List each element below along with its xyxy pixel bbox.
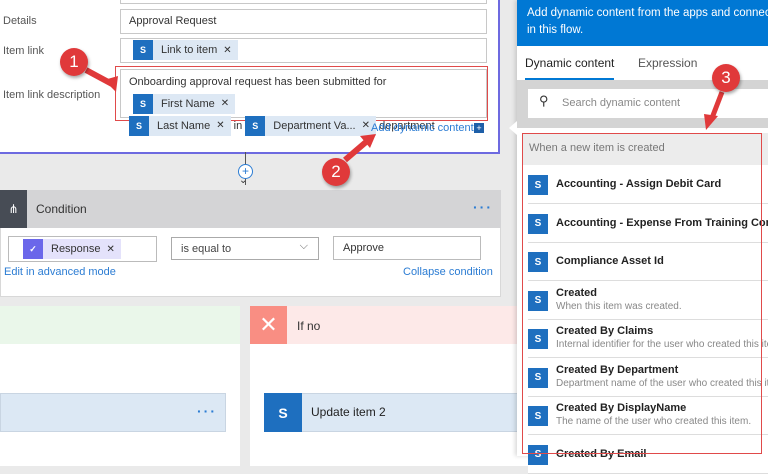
annotation-arrows (84, 67, 725, 163)
annotation-badge-3: 3 (712, 64, 740, 92)
arrow-3-head (704, 114, 718, 130)
arrow-3 (709, 91, 725, 119)
arrow-2 (343, 139, 368, 163)
annotation-badge-1: 1 (60, 48, 88, 76)
annotation-badge-2: 2 (322, 158, 350, 186)
